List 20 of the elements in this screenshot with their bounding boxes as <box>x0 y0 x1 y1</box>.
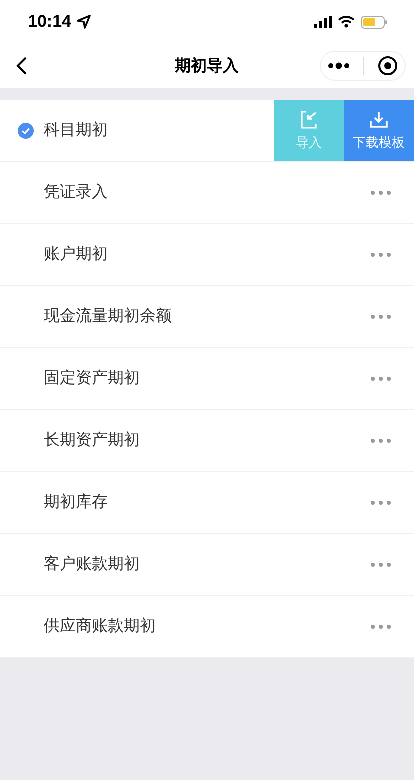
status-time: 10:14 <box>28 12 72 32</box>
wifi-icon <box>338 16 355 28</box>
import-icon <box>299 110 319 130</box>
more-icon[interactable] <box>328 62 350 70</box>
signal-icon <box>314 16 332 28</box>
page-title: 期初导入 <box>174 56 240 76</box>
list-item-label[interactable]: 固定资产期初 <box>44 368 140 389</box>
location-arrow-icon <box>77 15 92 29</box>
download-icon <box>369 110 389 130</box>
list-item-label[interactable]: 账户期初 <box>44 244 108 265</box>
back-icon[interactable] <box>16 56 28 76</box>
list-item-label[interactable]: 现金流量期初余额 <box>44 306 172 327</box>
close-target-icon[interactable] <box>378 56 398 76</box>
list-item-label[interactable]: 供应商账款期初 <box>44 616 156 637</box>
list-item-label[interactable]: 凭证录入 <box>44 182 108 203</box>
battery-icon <box>361 16 388 28</box>
list-item-label[interactable]: 期初库存 <box>44 492 108 513</box>
list-item-label[interactable]: 长期资产期初 <box>44 430 140 451</box>
list-item-label[interactable]: 客户账款期初 <box>44 554 140 575</box>
list-item-label[interactable]: 科目期初 <box>44 120 108 141</box>
